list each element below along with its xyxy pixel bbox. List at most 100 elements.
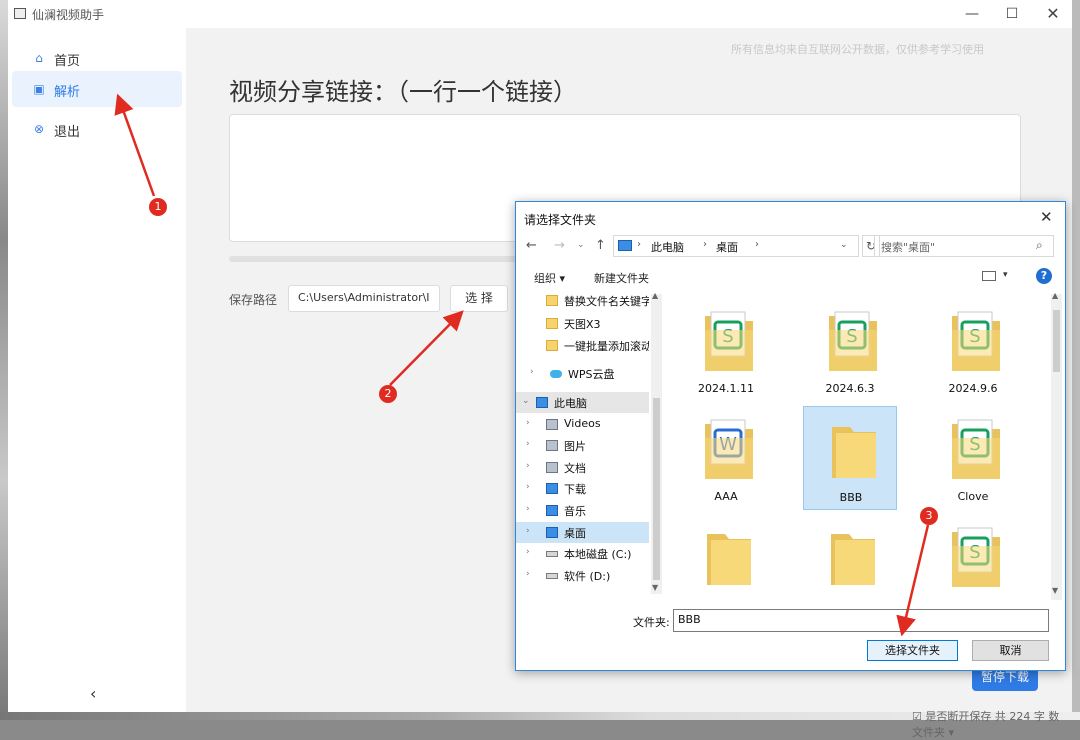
scroll-down-icon[interactable]: ▼ xyxy=(652,583,658,592)
drive-icon xyxy=(546,551,558,557)
folder-icon xyxy=(825,524,881,590)
wps-spreadsheet-icon: S xyxy=(948,416,1004,482)
exit-icon: ⊗ xyxy=(33,122,45,136)
collapse-sidebar-button[interactable]: ‹ xyxy=(90,684,96,703)
tree-item[interactable]: ⌄ 此电脑 xyxy=(516,392,649,413)
view-options-icon[interactable] xyxy=(982,271,996,281)
tree-item-label: 图片 xyxy=(564,440,586,453)
sidebar-item-parse[interactable]: ▣ 解析 xyxy=(12,71,182,107)
tree-item[interactable]: 替换文件名关键字 xyxy=(516,290,649,311)
chevron-right-icon[interactable]: › xyxy=(526,482,530,492)
breadcrumb-this-pc[interactable]: 此电脑 xyxy=(651,239,684,255)
tree-item[interactable]: 一键批量添加滚动 xyxy=(516,335,649,356)
dialog-title: 请选择文件夹 xyxy=(524,213,597,227)
search-input[interactable]: 搜索"桌面" ⌕ xyxy=(874,235,1054,257)
tree-item[interactable]: 天图X3 xyxy=(516,313,649,334)
folder-name-input[interactable]: BBB xyxy=(673,609,1049,632)
tree-item[interactable]: › 音乐 xyxy=(516,500,649,521)
maximize-button[interactable]: ☐ xyxy=(1001,4,1023,24)
tree-item[interactable]: › 桌面 xyxy=(516,522,649,543)
app-icon xyxy=(14,8,26,19)
breadcrumb-desktop[interactable]: 桌面 xyxy=(716,239,738,255)
view-dropdown-icon[interactable]: ▾ xyxy=(1003,270,1008,280)
file-item[interactable]: BBB xyxy=(803,406,897,510)
up-arrow-icon[interactable]: ↑ xyxy=(595,238,606,253)
chevron-right-icon[interactable]: › xyxy=(530,367,534,377)
folder-picker-dialog: 请选择文件夹 ✕ ← → ⌄ ↑ › 此电脑 › 桌面 › ⌄ ↻ 搜索"桌面"… xyxy=(515,201,1066,671)
file-item[interactable]: S 2024.1.11 xyxy=(679,298,773,402)
scroll-up-icon[interactable]: ▲ xyxy=(1052,291,1058,300)
address-dropdown-icon[interactable]: ⌄ xyxy=(840,240,848,250)
organize-menu[interactable]: 组织 ▾ xyxy=(534,270,565,286)
save-path-input[interactable]: C:\Users\Administrator\I xyxy=(288,285,440,312)
pictures-icon xyxy=(546,440,558,451)
tree-item-label: 一键批量添加滚动 xyxy=(564,340,649,353)
chevron-right-icon[interactable]: › xyxy=(526,461,530,471)
chevron-right-icon[interactable]: › xyxy=(526,526,530,536)
file-item[interactable]: S 2024.6.3 xyxy=(803,298,897,402)
tree-item-label: 音乐 xyxy=(564,505,586,518)
pc-icon xyxy=(536,397,548,408)
file-item[interactable] xyxy=(803,514,897,618)
documents-icon xyxy=(546,462,558,473)
folder-icon xyxy=(546,318,558,329)
help-icon[interactable]: ? xyxy=(1036,268,1052,284)
chevron-right-icon[interactable]: › xyxy=(526,504,530,514)
chevron-right-icon[interactable]: › xyxy=(526,569,530,579)
chevron-down-icon[interactable]: ⌄ xyxy=(522,396,530,406)
folder-icon xyxy=(546,340,558,351)
sidebar-item-exit[interactable]: ⊗ 退出 xyxy=(12,111,182,147)
file-item[interactable]: W AAA xyxy=(679,406,773,510)
file-item[interactable]: S xyxy=(926,514,1020,618)
minimize-button[interactable]: — xyxy=(961,4,983,24)
tree-item[interactable]: › 下载 xyxy=(516,478,649,499)
file-name: 2024.6.3 xyxy=(825,382,875,395)
close-button[interactable]: ✕ xyxy=(1042,4,1064,24)
back-arrow-icon[interactable]: ← xyxy=(526,238,537,253)
folder-icon xyxy=(701,524,757,590)
bottom-status-text: ☑ 是否断开保存 共 224 字 数 文件夹 ▾ xyxy=(912,710,1060,739)
chevron-right-icon[interactable]: › xyxy=(526,418,530,428)
file-item[interactable]: S Clove xyxy=(926,406,1020,510)
sidebar-item-label: 解析 xyxy=(54,85,81,100)
tree-item[interactable]: › 软件 (D:) xyxy=(516,565,649,586)
breadcrumb-separator-icon: › xyxy=(703,239,707,250)
dialog-close-button[interactable]: ✕ xyxy=(1040,208,1053,226)
home-icon: ⌂ xyxy=(35,51,43,65)
file-item[interactable]: S 2024.9.6 xyxy=(926,298,1020,402)
file-item[interactable] xyxy=(679,514,773,618)
select-path-button[interactable]: 选 择 xyxy=(450,285,508,312)
recent-locations-chevron-icon[interactable]: ⌄ xyxy=(577,240,585,250)
tree-item-label: 天图X3 xyxy=(564,318,601,331)
wps-spreadsheet-icon: S xyxy=(825,308,881,374)
tree-item[interactable]: › 文档 xyxy=(516,457,649,478)
file-name: 2024.9.6 xyxy=(948,382,998,395)
tree-item[interactable]: › Videos xyxy=(516,414,649,435)
folder-icon xyxy=(546,295,558,306)
scroll-up-icon[interactable]: ▲ xyxy=(652,291,658,300)
tree-item[interactable]: › WPS云盘 xyxy=(516,363,649,384)
breadcrumb-separator-icon: › xyxy=(637,239,641,250)
chevron-right-icon[interactable]: › xyxy=(526,439,530,449)
window-title: 仙澜视频助手 xyxy=(32,8,105,22)
desktop-background-right xyxy=(1072,0,1080,720)
new-folder-button[interactable]: 新建文件夹 xyxy=(594,270,649,286)
files-scroll-thumb[interactable] xyxy=(1053,310,1060,372)
scroll-down-icon[interactable]: ▼ xyxy=(1052,586,1058,595)
tree-item-label: 此电脑 xyxy=(554,397,587,410)
tree-item-label: WPS云盘 xyxy=(568,368,615,381)
chevron-right-icon[interactable]: › xyxy=(526,547,530,557)
tree-item[interactable]: › 本地磁盘 (C:) xyxy=(516,543,649,564)
address-bar[interactable]: › 此电脑 › 桌面 › ⌄ xyxy=(613,235,859,257)
tree-item[interactable]: › 图片 xyxy=(516,435,649,456)
tree-scroll-thumb[interactable] xyxy=(653,398,660,580)
desktop-background-left xyxy=(0,0,8,720)
title-bar: 仙澜视频助手 — ☐ ✕ xyxy=(8,0,1072,28)
breadcrumb-separator-icon: › xyxy=(755,239,759,250)
select-folder-button[interactable]: 选择文件夹 xyxy=(867,640,958,661)
forward-arrow-icon[interactable]: → xyxy=(554,238,565,253)
cloud-icon xyxy=(550,370,562,378)
wps-spreadsheet-icon: S xyxy=(948,524,1004,590)
cancel-button[interactable]: 取消 xyxy=(972,640,1049,661)
annotation-badge-2: 2 xyxy=(379,385,397,403)
